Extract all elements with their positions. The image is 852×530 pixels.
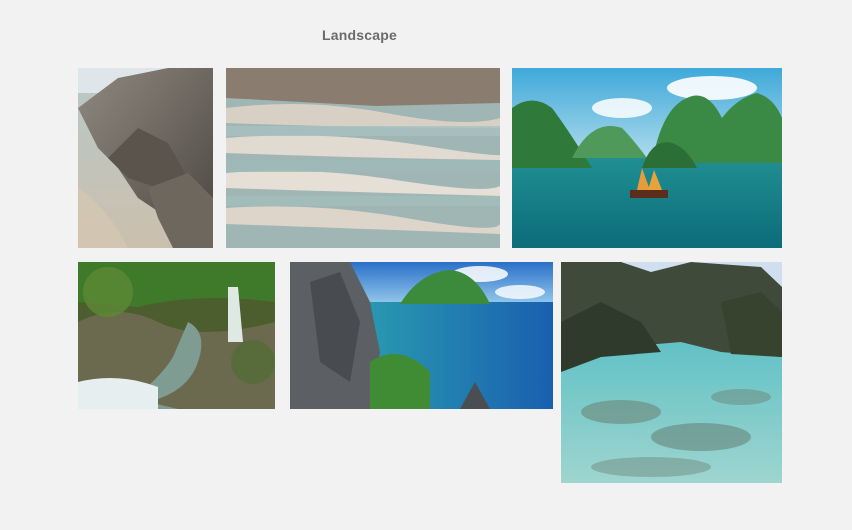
- jungle-waterfall-image: [78, 262, 275, 409]
- photo-limestone-cliffs-sea[interactable]: [290, 262, 553, 409]
- photo-karst-bay-junk-boat[interactable]: [512, 68, 782, 248]
- limestone-cliffs-image: [290, 262, 553, 409]
- photo-travertine-terraces[interactable]: [226, 68, 500, 248]
- photo-lagoon-reef[interactable]: [561, 262, 782, 483]
- karst-bay-image: [512, 68, 782, 248]
- photo-rocky-shore[interactable]: [78, 68, 213, 248]
- lagoon-reef-image: [561, 262, 782, 483]
- gallery-title: Landscape: [322, 27, 397, 43]
- travertine-terraces-image: [226, 68, 500, 248]
- photo-jungle-waterfall[interactable]: [78, 262, 275, 409]
- rocky-shore-image: [78, 68, 213, 248]
